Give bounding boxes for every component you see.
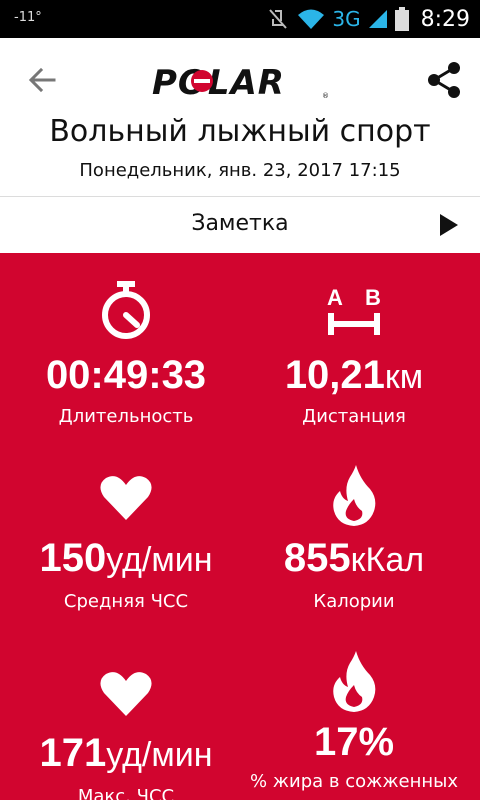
- app-bar: POLAR ®: [0, 38, 480, 122]
- flame-icon: [333, 465, 376, 526]
- note-label: Заметка: [191, 211, 289, 236]
- network-type-text: 3G: [332, 7, 361, 31]
- svg-text:A: A: [327, 285, 343, 310]
- max-hr-label: Макс. ЧСС: [77, 786, 175, 800]
- clock-text: 8:29: [420, 6, 470, 32]
- play-arrow-icon: [440, 214, 458, 236]
- wifi-icon: [298, 9, 325, 29]
- max-hr-value: 171уд/мин: [39, 731, 213, 775]
- status-bar: -11° 3G 8:29: [0, 0, 480, 38]
- share-icon[interactable]: [422, 58, 466, 102]
- avg-hr-label: Средняя ЧСС: [63, 591, 189, 612]
- heart-icon: [100, 672, 152, 716]
- battery-icon: [394, 7, 409, 31]
- fat-percent-label: % жира в сожженных: [249, 771, 459, 792]
- signal-icon: [368, 10, 387, 28]
- polar-logo: POLAR ®: [152, 63, 329, 102]
- note-row[interactable]: Заметка: [0, 197, 480, 253]
- summary-panel: 00:49:33 Длительность A B 10,21км Дистан…: [0, 253, 480, 800]
- logo-text: POLAR: [152, 63, 285, 102]
- temperature-text: -11°: [14, 10, 42, 25]
- flame-icon: [333, 651, 376, 712]
- distance-label: Дистанция: [302, 406, 406, 427]
- avg-hr-value: 150уд/мин: [39, 536, 213, 580]
- stopwatch-icon: [102, 281, 150, 339]
- svg-text:®: ®: [322, 92, 329, 100]
- duration-label: Длительность: [58, 406, 194, 427]
- distance-ab-icon: A B: [327, 285, 381, 335]
- sport-title: Вольный лыжный спорт: [49, 114, 431, 149]
- session-datetime: Понедельник, янв. 23, 2017 17:15: [79, 160, 401, 181]
- calories-value: 855кКал: [283, 536, 425, 580]
- calories-label: Калории: [313, 591, 395, 612]
- mute-icon: [269, 9, 288, 29]
- fat-percent-value: 17%: [313, 720, 395, 764]
- duration-value: 00:49:33: [45, 353, 207, 397]
- back-arrow-icon[interactable]: [24, 62, 60, 98]
- heart-icon: [100, 476, 152, 520]
- status-icons: 3G 8:29: [266, 4, 470, 34]
- distance-value: 10,21км: [284, 353, 424, 397]
- svg-text:B: B: [365, 285, 381, 310]
